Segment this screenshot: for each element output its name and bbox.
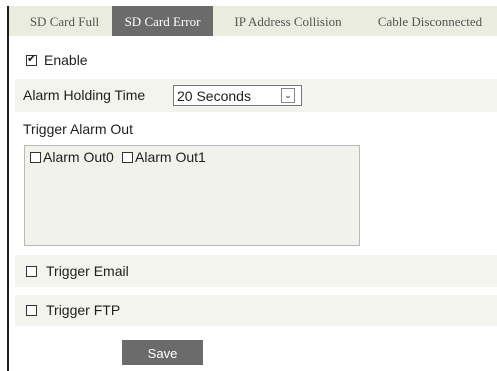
trigger-email-checkbox[interactable] <box>26 266 37 277</box>
alarm-out-list: Alarm Out0 Alarm Out1 <box>24 145 360 246</box>
alarm-holding-time-row: Alarm Holding Time 20 Seconds ⌄ <box>15 79 497 112</box>
enable-row: Enable <box>15 46 497 76</box>
trigger-ftp-label: Trigger FTP <box>46 302 121 318</box>
left-border <box>7 6 9 371</box>
trigger-alarm-out-row: Trigger Alarm Out <box>15 115 497 143</box>
tab-sd-card-full[interactable]: SD Card Full <box>18 6 111 36</box>
alarm-out1-label: Alarm Out1 <box>135 149 206 165</box>
trigger-email-row: Trigger Email <box>15 255 497 287</box>
tab-sd-card-error[interactable]: SD Card Error <box>112 6 213 36</box>
alarm-holding-time-value: 20 Seconds <box>177 88 251 104</box>
trigger-email-label: Trigger Email <box>46 263 129 279</box>
trigger-alarm-out-label: Trigger Alarm Out <box>23 121 133 137</box>
alarm-out0-label: Alarm Out0 <box>43 149 114 165</box>
save-button[interactable]: Save <box>122 340 203 365</box>
tab-cable-disconnected[interactable]: Cable Disconnected <box>363 6 497 36</box>
alarm-out1-checkbox[interactable] <box>122 152 133 163</box>
alarm-holding-time-label: Alarm Holding Time <box>23 87 146 103</box>
alarm-holding-time-select[interactable]: 20 Seconds ⌄ <box>173 85 302 106</box>
alarm-out0-checkbox[interactable] <box>30 152 41 163</box>
chevron-down-icon[interactable]: ⌄ <box>281 88 295 103</box>
tab-bar: SD Card Full SD Card Error IP Address Co… <box>9 6 497 36</box>
enable-checkbox[interactable] <box>26 52 37 66</box>
trigger-ftp-checkbox[interactable] <box>26 305 37 316</box>
enable-label: Enable <box>44 52 88 68</box>
tab-ip-address-collision[interactable]: IP Address Collision <box>215 6 361 36</box>
trigger-ftp-row: Trigger FTP <box>15 295 497 326</box>
